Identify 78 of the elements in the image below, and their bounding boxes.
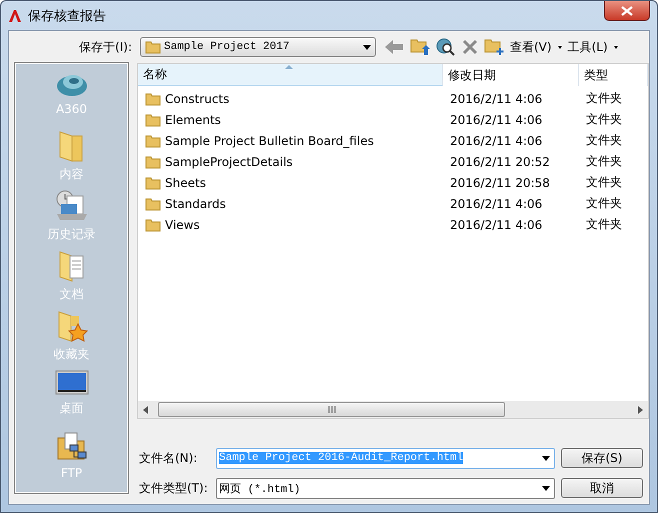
sort-arrow-icon [285, 65, 293, 69]
folder-icon [145, 218, 161, 232]
modified-date: 2016/2/11 4:06 [450, 134, 542, 148]
column-header[interactable]: 名称 [138, 64, 443, 86]
folder-icon [145, 154, 161, 168]
file-name[interactable]: Elements [165, 112, 221, 126]
file-type: 文件夹 [586, 195, 622, 212]
column-header[interactable]: 类型 [579, 64, 648, 86]
file-name-label: 文件名(N): [139, 450, 198, 466]
column-label: 类型 [584, 66, 608, 84]
delete-icon[interactable] [462, 39, 478, 55]
places-label: 内容 [60, 166, 84, 183]
file-name[interactable]: Sheets [165, 176, 206, 190]
folder-icon [145, 92, 161, 106]
modified-date: 2016/2/11 4:06 [450, 196, 542, 210]
places-label: FTP [60, 466, 82, 480]
network-folder-icon [56, 430, 88, 462]
horizontal-scrollbar[interactable] [138, 401, 648, 418]
caret-icon [542, 456, 550, 460]
back-icon[interactable] [384, 39, 404, 55]
caret-icon [558, 46, 562, 48]
places-label: 桌面 [60, 400, 84, 417]
close-icon [621, 6, 633, 16]
caret-icon [363, 44, 371, 50]
file-name[interactable]: Sample Project Bulletin Board_files [165, 134, 374, 148]
modified-date: 2016/2/11 4:06 [450, 92, 542, 106]
file-name[interactable]: SampleProjectDetails [165, 154, 293, 168]
close-button[interactable] [604, 1, 650, 21]
file-name[interactable]: Constructs [165, 92, 230, 106]
folder-icon [145, 112, 161, 126]
view-menu[interactable]: 查看(V) [510, 38, 552, 56]
places-label: A360 [56, 102, 88, 116]
column-label: 名称 [143, 66, 167, 83]
folder-icon [145, 176, 161, 190]
document-folder-icon [56, 250, 86, 282]
monitor-icon [54, 370, 88, 396]
modified-date: 2016/2/11 4:06 [450, 112, 542, 126]
places-label: 收藏夹 [54, 346, 90, 363]
app-logo-icon [8, 8, 22, 22]
places-label: 文档 [60, 286, 84, 303]
cancel-button[interactable]: 取消 [561, 478, 643, 498]
file-type: 文件夹 [586, 90, 622, 107]
star-folder-icon [56, 310, 88, 342]
file-type-value: 网页 (*.html) [219, 482, 300, 496]
file-type-label: 文件类型(T): [139, 480, 209, 496]
caret-icon [542, 486, 550, 490]
save-in-label: 保存于(I): [78, 38, 132, 56]
file-name[interactable]: Standards [165, 196, 226, 210]
new-folder-icon[interactable] [484, 38, 504, 56]
folder-icon [145, 40, 161, 54]
globe-search-icon[interactable] [436, 38, 456, 56]
file-type: 文件夹 [586, 174, 622, 191]
file-type: 文件夹 [586, 132, 622, 149]
column-label: 修改日期 [448, 66, 496, 84]
column-header[interactable]: 修改日期 [443, 64, 579, 86]
clock-and-pictures-icon [54, 190, 88, 222]
file-type: 文件夹 [586, 111, 622, 128]
tools-menu[interactable]: 工具(L) [568, 38, 608, 56]
file-name[interactable]: Views [165, 218, 200, 232]
modified-date: 2016/2/11 20:52 [450, 154, 550, 168]
file-type: 文件夹 [586, 153, 622, 170]
places-label: 历史记录 [48, 226, 96, 243]
file-name-value: Sample Project 2016-Audit_Report.html [219, 452, 464, 464]
folder-up-icon[interactable] [410, 38, 430, 56]
file-type: 文件夹 [586, 216, 622, 233]
scroll-right-icon[interactable] [636, 406, 644, 414]
file-type-dropdown[interactable]: 网页 (*.html) [216, 478, 555, 498]
folder-icon [145, 134, 161, 148]
save-button[interactable]: 保存(S) [561, 448, 643, 468]
modified-date: 2016/2/11 4:06 [450, 218, 542, 232]
save-in-value: Sample Project 2017 [164, 41, 290, 53]
modified-date: 2016/2/11 20:58 [450, 176, 550, 190]
scroll-thumb[interactable] [158, 402, 505, 417]
caret-icon [614, 46, 618, 48]
save-in-dropdown[interactable]: Sample Project 2017 [140, 37, 376, 57]
scroll-left-icon[interactable] [142, 406, 150, 414]
folder-icon [145, 196, 161, 210]
window-title: 保存核查报告 [28, 8, 106, 24]
